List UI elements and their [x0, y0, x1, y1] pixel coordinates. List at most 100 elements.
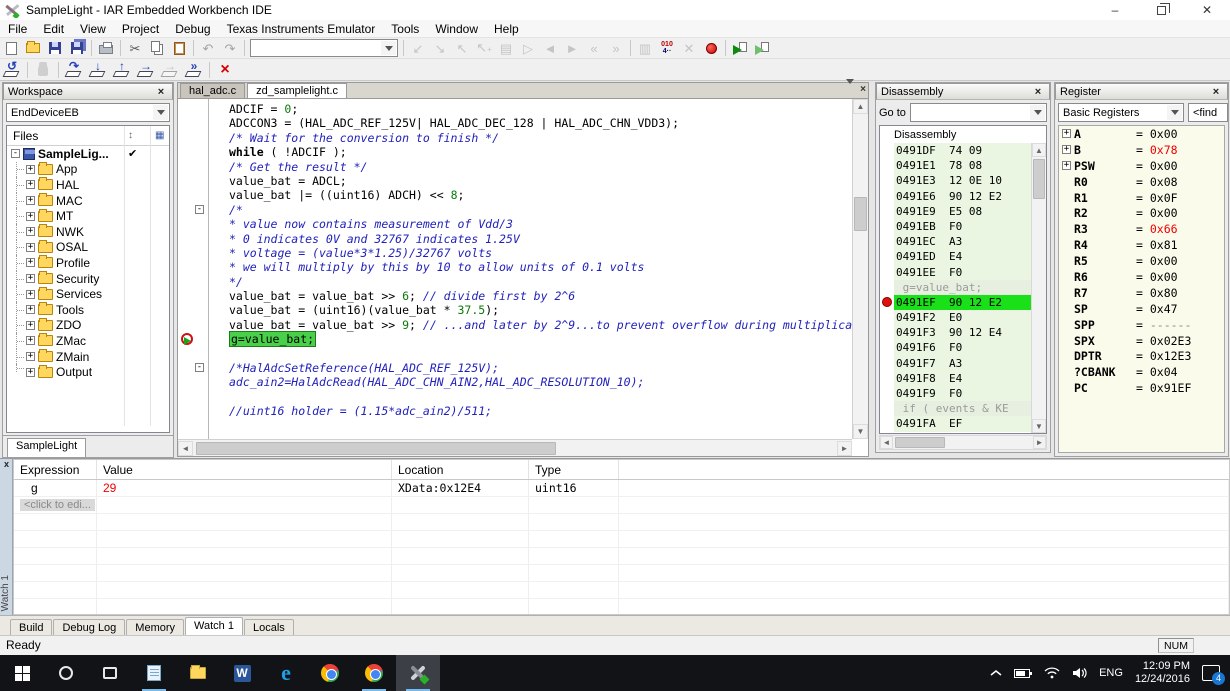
menu-item-tools[interactable]: Tools — [383, 20, 427, 38]
register-row-dptr[interactable]: DPTR = 0x12E3 — [1059, 348, 1224, 364]
battery-icon[interactable] — [1014, 668, 1033, 679]
chrome-app-2[interactable] — [352, 655, 396, 691]
disassembly-row[interactable]: 0491FA EF — [880, 416, 1046, 432]
scroll-down-icon[interactable]: ▼ — [853, 424, 868, 439]
code-line-22[interactable]: //uint16 holder = (1.15*adc_ain2)/511; — [178, 404, 852, 418]
watch-new-row[interactable]: <click to edi... — [14, 497, 1229, 514]
workspace-config-select[interactable]: EndDeviceEB — [6, 103, 170, 122]
tree-folder-mt[interactable]: + MT — [7, 208, 169, 224]
workspace-tab-samplelight[interactable]: SampleLight — [7, 438, 87, 457]
expand-icon[interactable]: + — [26, 367, 35, 377]
action-center-icon[interactable]: 4 — [1202, 665, 1225, 685]
disassembly-gutter[interactable] — [880, 158, 894, 174]
task-view-button[interactable] — [88, 655, 132, 691]
fold-collapse-icon[interactable]: - — [195, 204, 204, 214]
disassembly-gutter[interactable] — [880, 370, 894, 386]
clock[interactable]: 12:09 PM 12/24/2016 — [1135, 660, 1190, 686]
file-explorer-app[interactable] — [176, 655, 220, 691]
watch-expression[interactable]: g — [14, 480, 97, 496]
scroll-up-icon[interactable]: ▲ — [1032, 143, 1046, 157]
watch-expression-placeholder[interactable]: <click to edi... — [14, 497, 97, 513]
close-button[interactable]: ✕ — [1184, 0, 1230, 20]
save-icon[interactable] — [44, 39, 66, 57]
tree-folder-services[interactable]: + Services — [7, 286, 169, 302]
minimize-button[interactable]: – — [1092, 0, 1138, 20]
chevron-down-icon[interactable] — [1030, 105, 1045, 120]
language-indicator[interactable]: ENG — [1099, 667, 1123, 679]
code-line-21[interactable] — [178, 390, 852, 404]
volume-icon[interactable] — [1072, 667, 1087, 679]
save-all-icon[interactable] — [66, 39, 88, 57]
disassembly-gutter[interactable] — [880, 294, 894, 311]
chevron-down-icon[interactable] — [153, 105, 168, 120]
code-line-2[interactable]: ADCCON3 = (HAL_ADC_REF_125V| HAL_ADC_DEC… — [178, 116, 852, 130]
editor-tab-list-icon[interactable] — [846, 79, 855, 95]
column-type[interactable]: Type — [529, 460, 619, 479]
tree-folder-app[interactable]: + App — [7, 161, 169, 178]
disassembly-gutter[interactable] — [880, 249, 894, 265]
expand-icon[interactable]: + — [26, 274, 35, 284]
disassembly-row[interactable]: 0491EF 90 12 E2 — [880, 294, 1046, 311]
register-row-psw[interactable]: + PSW = 0x00 — [1059, 158, 1224, 174]
tree-folder-nwk[interactable]: + NWK — [7, 223, 169, 240]
iar-app[interactable] — [396, 655, 440, 691]
disassembly-source-row[interactable]: if ( events & KE — [880, 401, 1046, 417]
register-row-r1[interactable]: R1 = 0x0F — [1059, 190, 1224, 206]
tree-folder-osal[interactable]: + OSAL — [7, 239, 169, 256]
code-area[interactable]: ADCIF = 0; ADCCON3 = (HAL_ADC_REF_125V| H… — [178, 99, 852, 439]
disassembly-gutter[interactable] — [880, 325, 894, 341]
register-row-a[interactable]: + A = 0x00 — [1059, 126, 1224, 142]
code-line-12[interactable]: * we will multiply by this by 10 to allo… — [178, 260, 852, 274]
workspace-close-icon[interactable]: × — [154, 86, 168, 98]
disassembly-gutter[interactable] — [880, 143, 894, 159]
tab-locals[interactable]: Locals — [243, 619, 294, 636]
project-node-samplelight[interactable]: - SampleLig... ✔ — [7, 146, 169, 162]
register-row-spp[interactable]: SPP = ------ — [1059, 317, 1224, 333]
disassembly-gutter[interactable] — [880, 203, 894, 219]
menu-item-view[interactable]: View — [72, 20, 114, 38]
copy-icon[interactable] — [146, 39, 168, 57]
disassembly-row[interactable]: 0491F7 A3 — [880, 355, 1046, 371]
code-line-7[interactable]: value_bat |= ((uint16) ADCH) << 8; — [178, 188, 852, 202]
code-line-15[interactable]: value_bat = (uint16)(value_bat * 37.5); — [178, 303, 852, 317]
tree-folder-profile[interactable]: + Profile — [7, 255, 169, 271]
expand-icon[interactable]: + — [26, 196, 35, 206]
tree-folder-zmain[interactable]: + ZMain — [7, 348, 169, 365]
code-line-16[interactable]: value_bat = value_bat >> 9; // ...and la… — [178, 318, 852, 332]
code-line-5[interactable]: /* Get the result */ — [178, 160, 852, 174]
scroll-right-icon[interactable]: ► — [1033, 436, 1046, 449]
disassembly-gutter[interactable] — [880, 218, 894, 235]
code-line-11[interactable]: * voltage = (value*3*1.25)/32767 volts — [178, 246, 852, 260]
tree-folder-hal[interactable]: + HAL — [7, 177, 169, 193]
disassembly-row[interactable]: 0491F8 E4 — [880, 370, 1046, 386]
tab-build[interactable]: Build — [10, 619, 53, 636]
menu-item-texas-instruments-emulator[interactable]: Texas Instruments Emulator — [219, 20, 384, 38]
disassembly-gutter[interactable] — [880, 310, 894, 326]
menu-item-help[interactable]: Help — [486, 20, 527, 38]
find-combobox[interactable] — [250, 39, 398, 57]
disassembly-row[interactable]: 0491F2 E0 — [880, 310, 1046, 326]
code-line-14[interactable]: value_bat = value_bat >> 6; // divide fi… — [178, 289, 852, 303]
register-row-r6[interactable]: R6 = 0x00 — [1059, 269, 1224, 285]
disassembly-horizontal-scrollbar[interactable]: ◄ ► — [879, 435, 1047, 450]
step-out-icon[interactable]: ↑ — [110, 59, 134, 79]
register-row-r4[interactable]: R4 = 0x81 — [1059, 237, 1224, 253]
new-document-icon[interactable] — [0, 39, 22, 57]
disassembly-row[interactable]: 0491EB F0 — [880, 218, 1046, 235]
code-line-18[interactable] — [178, 347, 852, 361]
edge-app[interactable]: e — [264, 655, 308, 691]
column-expression[interactable]: Expression — [14, 460, 97, 479]
editor-vertical-scrollbar[interactable]: ▲ ▼ — [852, 99, 868, 439]
stop-debug-icon[interactable]: × — [213, 60, 237, 79]
expand-icon[interactable]: + — [26, 320, 35, 330]
tab-watch-1[interactable]: Watch 1 — [185, 617, 243, 635]
disassembly-gutter[interactable] — [880, 386, 894, 402]
tray-chevron-icon[interactable] — [990, 669, 1002, 677]
disassembly-vscroll-thumb[interactable] — [1033, 159, 1045, 199]
disassembly-close-icon[interactable]: × — [1031, 86, 1045, 98]
code-line-23[interactable] — [178, 419, 852, 433]
disassembly-gutter[interactable] — [880, 340, 894, 356]
code-line-20[interactable]: adc_ain2=HalAdcRead(HAL_ADC_CHN_AIN2,HAL… — [178, 375, 852, 389]
expand-icon[interactable]: + — [26, 289, 35, 299]
editor-horizontal-scrollbar[interactable]: ◄ ► — [178, 439, 852, 456]
